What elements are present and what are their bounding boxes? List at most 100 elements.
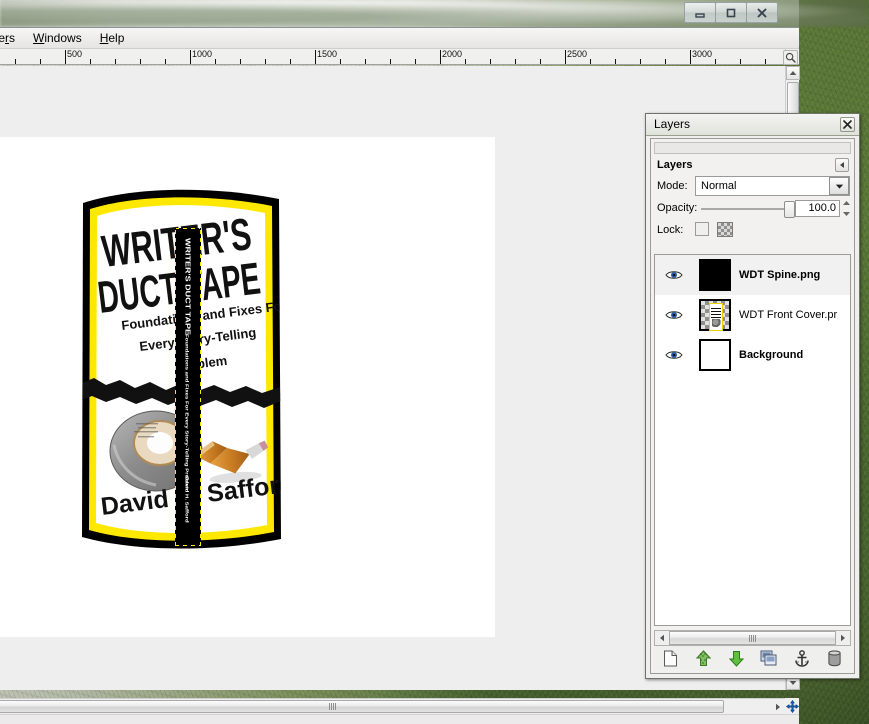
layer-thumbnail[interactable]: [693, 299, 737, 331]
layers-dialog-titlebar[interactable]: Layers: [646, 114, 859, 136]
menu-bar: ols Filters Windows Help: [0, 27, 799, 49]
horizontal-ruler[interactable]: 500100015002000250030000: [0, 49, 785, 65]
ruler-label: 2000: [442, 49, 462, 59]
layers-dialog-title: Layers: [654, 117, 690, 131]
spine-layer-selection[interactable]: WRITER'S DUCT TAPE Foundations and Fixes…: [175, 228, 201, 546]
menu-windows[interactable]: Windows: [24, 29, 91, 47]
ruler-tick: [515, 59, 516, 64]
scroll-left-arrow-icon[interactable]: [655, 631, 669, 645]
opacity-value-field[interactable]: 100.0: [795, 200, 840, 217]
scrollbar-grip-icon: [329, 703, 336, 710]
layer-visibility-toggle[interactable]: [655, 349, 693, 361]
ruler-tick: [640, 59, 641, 64]
ruler-tick: [565, 50, 566, 64]
scroll-right-arrow-icon[interactable]: [771, 699, 785, 714]
window-controls: [685, 2, 778, 23]
opacity-slider-thumb[interactable]: [784, 201, 795, 218]
layer-mode-row: Mode: Normal: [651, 176, 854, 198]
window-titlebar: [0, 0, 799, 27]
layer-lock-row: Lock:: [651, 220, 854, 242]
scroll-up-arrow-icon[interactable]: [786, 66, 800, 80]
ruler-tick: [240, 59, 241, 64]
eye-icon: [665, 309, 683, 321]
layer-mode-select[interactable]: Normal: [695, 176, 850, 196]
layer-row-spine[interactable]: WDT Spine.png: [655, 255, 850, 295]
layer-thumbnail[interactable]: [693, 259, 737, 291]
ruler-tick: [590, 59, 591, 64]
ruler-tick: [615, 59, 616, 64]
ruler-tick: [90, 59, 91, 64]
layer-name-front-cover[interactable]: WDT Front Cover.pr: [737, 309, 837, 321]
ruler-tick: [15, 59, 16, 64]
lock-alpha-checkerboard-icon[interactable]: [717, 222, 733, 237]
layer-visibility-toggle[interactable]: [655, 309, 693, 321]
ruler-tick: [665, 59, 666, 64]
horizontal-scrollbar[interactable]: [0, 698, 785, 714]
layer-row-front-cover[interactable]: WDT Front Cover.pr: [655, 295, 850, 335]
layers-dialog: Layers Layers Mode: Normal Opacity:: [645, 113, 860, 679]
layers-dialog-body: Layers Mode: Normal Opacity: 100.0: [650, 138, 855, 674]
layer-row-background[interactable]: Background: [655, 335, 850, 375]
trash-icon[interactable]: [823, 647, 847, 669]
layer-list-scrollbar-thumb[interactable]: [669, 631, 836, 645]
layer-name-spine[interactable]: WDT Spine.png: [737, 269, 820, 281]
anchor-icon[interactable]: [790, 647, 814, 669]
layer-list-horizontal-scrollbar[interactable]: [654, 630, 851, 646]
ruler-tick: [290, 59, 291, 64]
menu-filters[interactable]: Filters: [0, 29, 24, 47]
green-down-arrow-icon[interactable]: [724, 647, 748, 669]
selection-marching-ants: [175, 228, 201, 546]
layers-dialog-close-icon[interactable]: [840, 117, 855, 132]
ruler-tick: [715, 59, 716, 64]
layer-list[interactable]: WDT Spine.png WDT Front Cover.pr: [654, 254, 851, 626]
layer-name-background[interactable]: Background: [737, 349, 803, 361]
zoom-fit-icon[interactable]: [783, 50, 798, 65]
menu-help[interactable]: Help: [91, 29, 134, 47]
scrollbar-grip-icon: [749, 635, 756, 642]
scroll-right-arrow-icon[interactable]: [836, 631, 850, 645]
ruler-tick: [390, 59, 391, 64]
ruler-tick: [740, 59, 741, 64]
maximize-button[interactable]: [715, 2, 747, 23]
ruler-label: 3000: [692, 49, 712, 59]
ruler-tick: [115, 59, 116, 64]
layer-mode-value: Normal: [701, 180, 736, 192]
ruler-label: 1500: [317, 49, 337, 59]
eye-icon: [665, 349, 683, 361]
ruler-tick: [265, 59, 266, 64]
opacity-slider-track[interactable]: [701, 208, 792, 210]
duplicate-icon[interactable]: [757, 647, 781, 669]
ruler-label: 500: [67, 49, 82, 59]
ruler-label: 2500: [567, 49, 587, 59]
ruler-tick: [165, 59, 166, 64]
horizontal-scrollbar-thumb[interactable]: [0, 700, 724, 713]
status-bar: [0, 714, 799, 724]
lock-pixels-checkbox[interactable]: [695, 222, 709, 236]
chevron-down-icon[interactable]: [829, 177, 849, 195]
minimize-button[interactable]: [684, 2, 716, 23]
layer-opacity-label: Opacity:: [657, 202, 697, 214]
opacity-spinner[interactable]: [842, 200, 851, 217]
layer-thumbnail-background: [699, 339, 731, 371]
dockable-tab-strip[interactable]: [654, 142, 851, 154]
ruler-tick: [140, 59, 141, 64]
ruler-tick: [490, 59, 491, 64]
ruler-label: 1000: [192, 49, 212, 59]
close-button[interactable]: [746, 2, 778, 23]
ruler-tick: [190, 50, 191, 64]
layer-visibility-toggle[interactable]: [655, 269, 693, 281]
new-page-icon[interactable]: [658, 647, 682, 669]
ruler-tick: [540, 59, 541, 64]
ruler-tick: [465, 59, 466, 64]
layer-thumbnail-spine: [699, 259, 731, 291]
ruler-tick: [365, 59, 366, 64]
ruler-tick: [65, 50, 66, 64]
layers-section-header: Layers: [651, 157, 854, 176]
move-navigate-icon[interactable]: [785, 698, 799, 714]
layer-thumbnail[interactable]: [693, 339, 737, 371]
green-up-arrow-icon[interactable]: [691, 647, 715, 669]
ruler-tick: [340, 59, 341, 64]
ruler-tick: [40, 59, 41, 64]
collapse-arrow-icon[interactable]: [835, 158, 849, 172]
layers-toolbar: [654, 646, 851, 670]
